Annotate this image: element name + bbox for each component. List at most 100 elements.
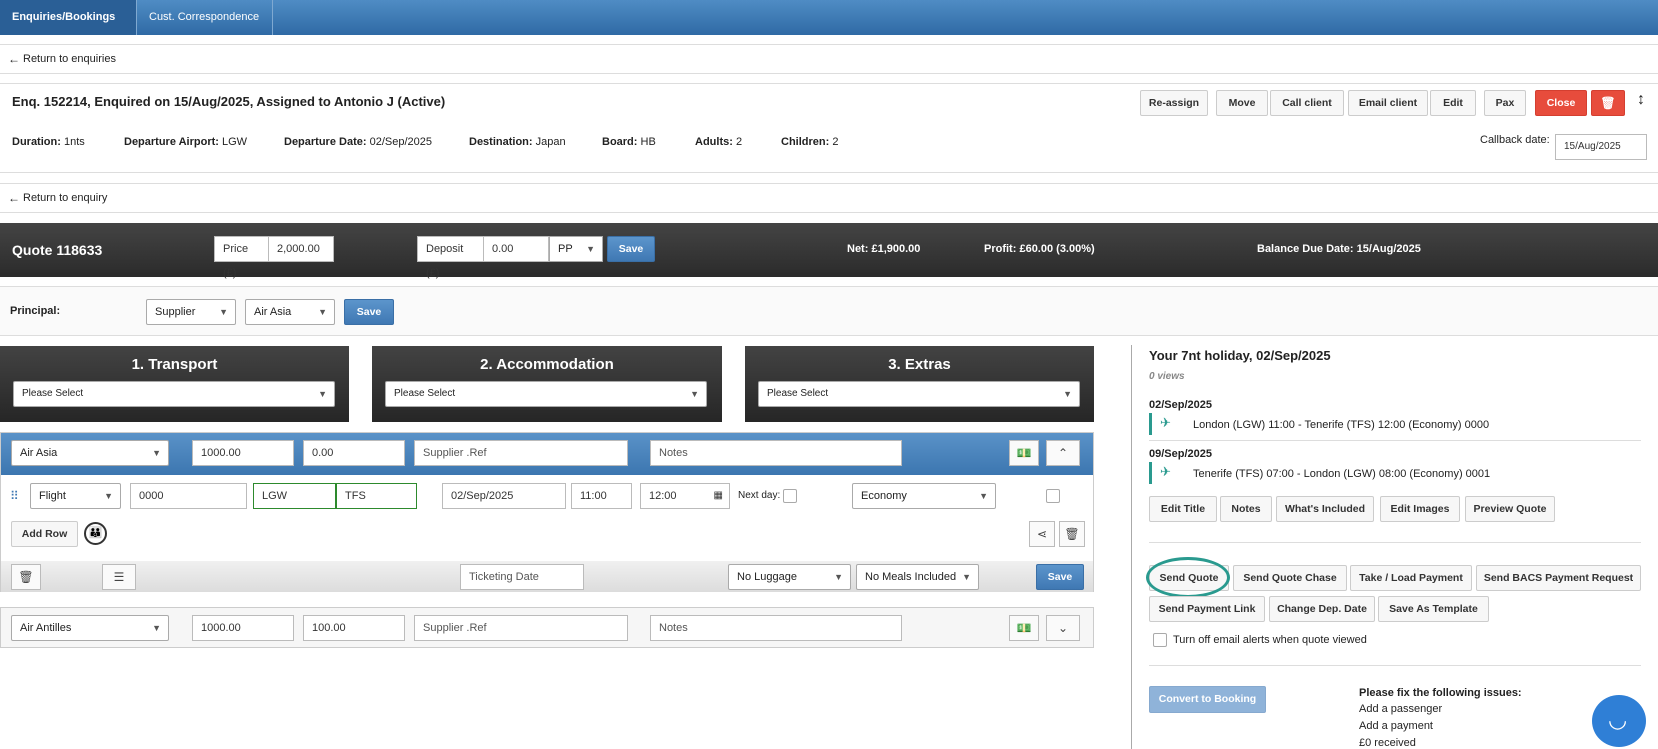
send-payment-link-button[interactable]: Send Payment Link [1149, 596, 1265, 622]
send-bacs-payment-request-button[interactable]: Send BACS Payment Request [1476, 565, 1641, 591]
flight-1-save-button[interactable]: Save [1036, 564, 1084, 590]
send-quote-highlight [1146, 557, 1230, 598]
price-input[interactable]: 2,000.00 [268, 236, 334, 262]
principal-save-button[interactable]: Save [344, 299, 394, 325]
chevron-down-icon[interactable]: ⌄ [1046, 615, 1080, 641]
flight-panel-1: Air Asia ▼ 1000.00 0.00 Supplier .Ref Not… [0, 432, 1094, 592]
plane-icon: ✈ [1160, 415, 1171, 430]
edit-button[interactable]: Edit [1430, 90, 1476, 116]
chevron-down-icon: ▼ [318, 307, 327, 317]
ticketing-date-input[interactable]: Ticketing Date [460, 564, 584, 590]
price-label: Price (£) [214, 236, 268, 279]
principal-type-select[interactable]: Supplier ▼ [146, 299, 236, 325]
return-enquiry-bar: ← Return to enquiry [0, 183, 1658, 213]
trash-icon[interactable]: 🗑 [1059, 521, 1085, 547]
share-icon[interactable]: ⋖ [1029, 521, 1055, 547]
trash-icon: 🗑 [1600, 96, 1616, 110]
send-quote-chase-button[interactable]: Send Quote Chase [1233, 565, 1347, 591]
arrow-left-icon: ← [8, 191, 20, 205]
accommodation-select[interactable]: Please Select ▼ [385, 381, 707, 407]
quote-save-button[interactable]: Save [607, 236, 655, 262]
chevron-up-icon[interactable]: ⌃ [1046, 440, 1080, 466]
money-icon[interactable]: 💵 [1009, 615, 1039, 641]
quote-bar: Quote 118633 Price (£) 2,000.00 Deposit … [0, 223, 1658, 279]
flight-1-extra-input[interactable]: 0.00 [303, 440, 405, 466]
chevron-down-icon: ▼ [219, 307, 228, 317]
transport-select[interactable]: Please Select ▼ [13, 381, 335, 407]
deposit-type-select[interactable]: PP ▼ [549, 236, 603, 262]
notes-button[interactable]: Notes [1220, 496, 1272, 522]
change-dep-date-button[interactable]: Change Dep. Date [1269, 596, 1375, 622]
edit-images-button[interactable]: Edit Images [1380, 496, 1460, 522]
return-to-enquiries-link[interactable]: Return to enquiries [23, 53, 116, 65]
row-select-checkbox[interactable] [1046, 489, 1060, 503]
flight-1-footer: 🗑 ☰ Ticketing Date No Luggage ▼ No Meals … [1, 561, 1093, 592]
delete-button[interactable]: 🗑 [1591, 90, 1625, 116]
flight-1-supplier-select[interactable]: Air Asia ▼ [11, 440, 169, 466]
deposit-input[interactable]: 0.00 [483, 236, 549, 262]
cabin-class-select[interactable]: Economy ▼ [852, 483, 996, 509]
summary-divider [1131, 345, 1132, 749]
flight-2-supplier-ref-input[interactable]: Supplier .Ref [414, 615, 628, 641]
chevron-down-icon: ▼ [318, 389, 327, 399]
save-as-template-button[interactable]: Save As Template [1378, 596, 1489, 622]
call-client-button[interactable]: Call client [1270, 90, 1344, 116]
principal-value-select[interactable]: Air Asia ▼ [245, 299, 335, 325]
from-airport-input[interactable]: LGW [253, 483, 336, 509]
next-day-checkbox[interactable] [783, 489, 797, 503]
move-button[interactable]: Move [1216, 90, 1268, 116]
resize-vertical-icon[interactable]: ↕ [1637, 91, 1645, 109]
reassign-button[interactable]: Re-assign [1140, 90, 1208, 116]
detail-children: Children: 2 [781, 136, 839, 148]
flight-1-notes-input[interactable]: Notes [650, 440, 902, 466]
tab-enquiries-bookings[interactable]: Enquiries/Bookings [0, 0, 137, 35]
convert-to-booking-button[interactable]: Convert to Booking [1149, 686, 1266, 713]
tab-cust-correspondence[interactable]: Cust. Correspondence [137, 0, 273, 35]
passengers-icon[interactable]: 👪 [84, 522, 107, 545]
email-client-button[interactable]: Email client [1348, 90, 1428, 116]
detail-departure-date: Departure Date: 02/Sep/2025 [284, 136, 432, 148]
flight-1-type-select[interactable]: Flight ▼ [30, 483, 121, 509]
drag-handle-icon[interactable]: ⠿ [10, 489, 19, 503]
luggage-select[interactable]: No Luggage ▼ [728, 564, 851, 590]
flight-1-net-input[interactable]: 1000.00 [192, 440, 294, 466]
flight-number-input[interactable]: 0000 [130, 483, 247, 509]
meals-select[interactable]: No Meals Included ▼ [856, 564, 979, 590]
extras-select[interactable]: Please Select ▼ [758, 381, 1080, 407]
callback-label: Callback date: [1480, 134, 1550, 146]
flight-2-extra-input[interactable]: 100.00 [303, 615, 405, 641]
flight-panel-2: Air Antilles ▼ 1000.00 100.00 Supplier .R… [0, 607, 1094, 648]
trash-icon[interactable]: 🗑 [11, 564, 41, 590]
flight-date-input[interactable]: 02/Sep/2025 [442, 483, 566, 509]
whats-included-button[interactable]: What's Included [1276, 496, 1374, 522]
flight-1-supplier-ref-input[interactable]: Supplier .Ref [414, 440, 628, 466]
flight-2-supplier-select[interactable]: Air Antilles ▼ [11, 615, 169, 641]
chat-launcher[interactable]: ◡ [1592, 695, 1646, 747]
leg-1-text: London (LGW) 11:00 - Tenerife (TFS) 12:0… [1193, 419, 1490, 431]
callback-date-input[interactable]: 15/Aug/2025 [1555, 134, 1647, 160]
flight-2-net-input[interactable]: 1000.00 [192, 615, 294, 641]
pax-button[interactable]: Pax [1484, 90, 1526, 116]
extras-section: 3. Extras Please Select ▼ [745, 346, 1094, 422]
leg-1-date: 02/Sep/2025 [1149, 399, 1212, 411]
calendar-icon: ▦ [713, 490, 723, 501]
email-alert-checkbox[interactable] [1153, 633, 1167, 647]
departure-time-input[interactable]: 11:00 [571, 483, 632, 509]
add-row-button[interactable]: Add Row [11, 521, 78, 547]
detail-duration: Duration: 1nts [12, 136, 85, 148]
enquiry-title: Enq. 152214, Enquired on 15/Aug/2025, As… [12, 94, 446, 109]
to-airport-input[interactable]: TFS [336, 483, 417, 509]
close-button[interactable]: Close [1535, 90, 1587, 116]
chevron-down-icon: ▼ [152, 623, 161, 633]
issue-item: Add a payment [1359, 720, 1433, 732]
issue-item: Add a passenger [1359, 703, 1443, 715]
list-icon[interactable]: ☰ [102, 564, 136, 590]
return-to-enquiry-link[interactable]: Return to enquiry [23, 192, 107, 204]
edit-title-button[interactable]: Edit Title [1149, 496, 1217, 522]
take-load-payment-button[interactable]: Take / Load Payment [1350, 565, 1472, 591]
preview-quote-button[interactable]: Preview Quote [1465, 496, 1555, 522]
money-icon[interactable]: 💵 [1009, 440, 1039, 466]
flight-2-notes-input[interactable]: Notes [650, 615, 902, 641]
detail-destination: Destination: Japan [469, 136, 566, 148]
arrival-time-input[interactable]: 12:00 ▦ [640, 483, 730, 509]
